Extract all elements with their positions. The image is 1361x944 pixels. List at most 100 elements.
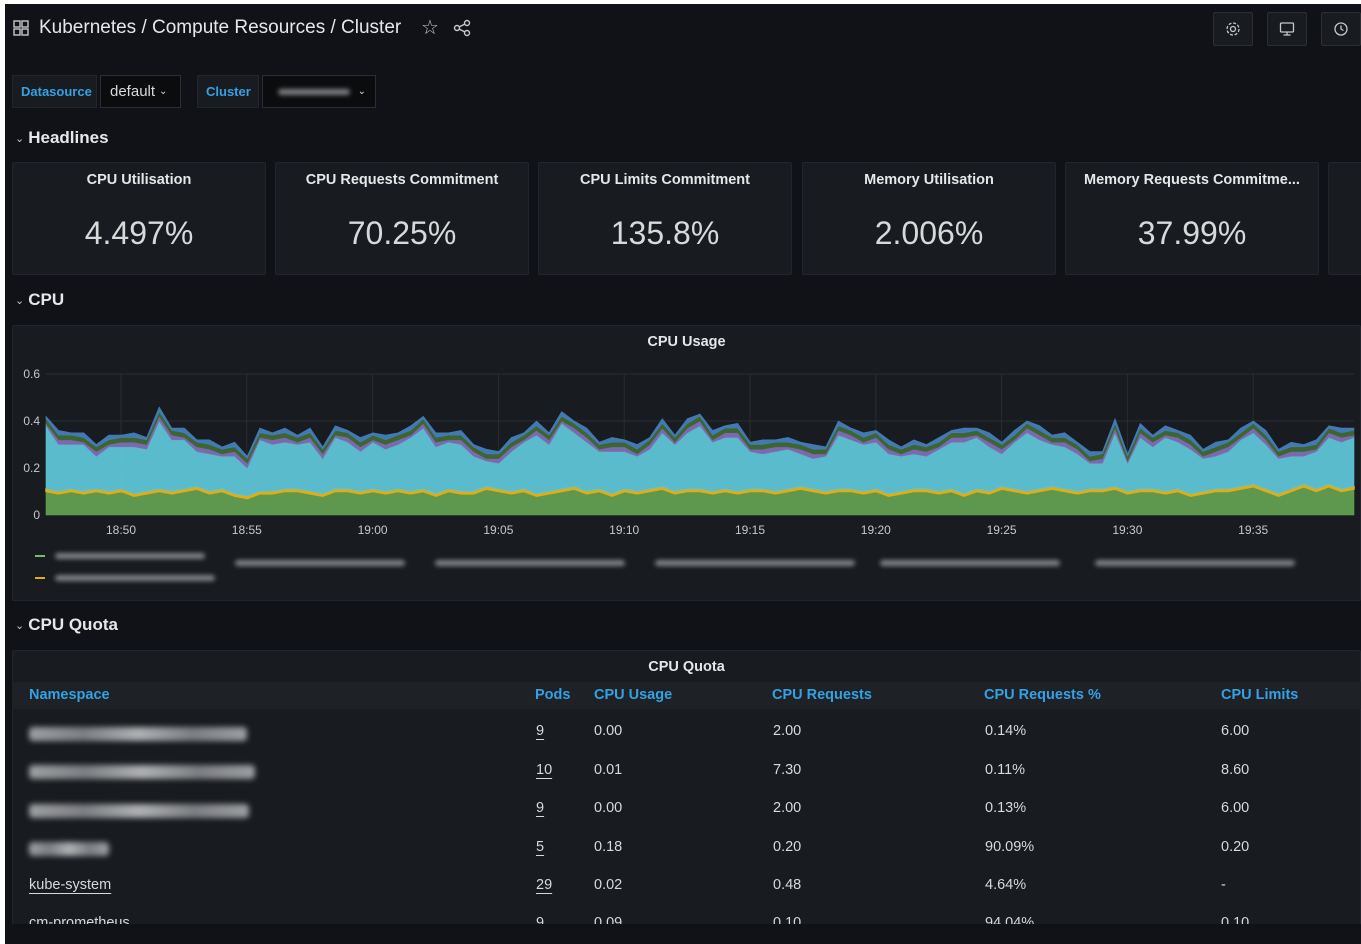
legend-item[interactable]: [435, 553, 625, 571]
cpu-usage-cell: 0.18: [594, 839, 623, 855]
legend-item[interactable]: [655, 553, 855, 571]
stat-panel-clipped[interactable]: [1328, 162, 1361, 275]
column-header-pods[interactable]: Pods: [535, 687, 570, 703]
datasource-value: default: [110, 83, 156, 100]
cpu-usage-cell: 0.00: [594, 800, 623, 816]
x-tick-label: 19:15: [735, 523, 765, 537]
settings-button[interactable]: [1213, 12, 1253, 46]
tv-mode-button[interactable]: [1267, 12, 1307, 46]
cluster-value-redacted: [278, 88, 350, 95]
stat-value: 2.006%: [874, 215, 984, 251]
column-header-cpu-requests[interactable]: CPU Requests: [772, 687, 872, 703]
legend-label-redacted: [235, 560, 405, 566]
legend-item[interactable]: [35, 553, 205, 559]
y-tick-label: 0.2: [23, 461, 40, 475]
pods-link[interactable]: 5: [536, 839, 544, 855]
stat-value: 4.497%: [84, 215, 194, 251]
legend-label-redacted: [1095, 560, 1295, 566]
column-header-namespace[interactable]: Namespace: [29, 687, 110, 703]
legend-item[interactable]: [35, 575, 215, 581]
x-tick-label: 19:05: [483, 523, 513, 537]
chevron-down-icon: ⌄: [15, 294, 25, 307]
column-header-cpu-limits[interactable]: CPU Limits: [1221, 687, 1298, 703]
stat-value: 37.99%: [1137, 215, 1247, 251]
legend-item[interactable]: [880, 553, 1060, 571]
pods-link[interactable]: 9: [536, 723, 544, 739]
legend-label-redacted: [880, 560, 1060, 566]
cpu-requests-pct-cell: 0.14%: [985, 723, 1027, 739]
namespace-link-redacted[interactable]: [29, 842, 109, 856]
panel-title: CPU Quota: [648, 659, 725, 675]
legend-label-redacted: [55, 575, 215, 581]
star-icon[interactable]: ☆: [421, 18, 439, 38]
row-headlines[interactable]: ⌄ Headlines: [15, 128, 109, 148]
cpu-requests-pct-cell: 0.13%: [985, 800, 1027, 816]
legend-item[interactable]: [1095, 553, 1295, 571]
grafana-dashboard: Kubernetes / Compute Resources / Cluster…: [5, 4, 1361, 944]
dashboard-title[interactable]: Kubernetes / Compute Resources / Cluster: [39, 17, 401, 39]
x-tick-label: 19:20: [861, 523, 891, 537]
share-icon[interactable]: [453, 19, 471, 37]
time-picker-button[interactable]: [1321, 12, 1361, 46]
x-tick-label: 18:50: [106, 523, 136, 537]
stat-title: CPU Utilisation: [86, 172, 192, 188]
legend-item[interactable]: [235, 553, 405, 571]
stat-value: 70.25%: [347, 215, 457, 251]
time-picker-icon: [1334, 22, 1348, 36]
datasource-variable-label: Datasource: [12, 75, 97, 108]
cpu-limits-cell: -: [1221, 877, 1226, 893]
column-header-cpu-requests-pct[interactable]: CPU Requests %: [984, 687, 1101, 703]
dashboard-grid-icon[interactable]: [13, 20, 29, 36]
cpu-requests-pct-cell: 4.64%: [985, 877, 1027, 893]
top-navbar: Kubernetes / Compute Resources / Cluster…: [5, 4, 1361, 52]
x-tick-label: 19:10: [609, 523, 639, 537]
datasource-variable-select[interactable]: default ⌄: [100, 75, 181, 108]
namespace-link-redacted[interactable]: [29, 765, 255, 779]
cpu-requests-cell: 0.48: [773, 877, 802, 893]
cpu-usage-cell: 0.00: [594, 723, 623, 739]
column-header-cpu-usage[interactable]: CPU Usage: [594, 687, 672, 703]
stat-panel[interactable]: CPU Utilisation 4.497%: [12, 162, 266, 275]
x-tick-label: 19:35: [1238, 523, 1268, 537]
legend-label-redacted: [55, 553, 205, 559]
chevron-down-icon: ⌄: [357, 86, 366, 97]
namespace-link-redacted[interactable]: [29, 804, 249, 818]
y-tick-label: 0.6: [23, 367, 40, 381]
pods-link[interactable]: 29: [536, 877, 552, 893]
stat-title: Memory Utilisation: [864, 172, 994, 188]
cpu-requests-pct-cell: 90.09%: [985, 839, 1035, 855]
namespace-link[interactable]: kube-system: [29, 877, 111, 893]
y-tick-label: 0.4: [23, 414, 40, 428]
cpu-usage-chart[interactable]: 0 0.2 0.4 0.6 18:50 18:55 19:00 19:05 19:10 19:15…: [5, 354, 1361, 554]
y-tick-label: 0: [33, 508, 40, 522]
cpu-requests-pct-cell: 0.11%: [985, 762, 1026, 778]
stat-panel[interactable]: CPU Limits Commitment 135.8%: [538, 162, 792, 275]
legend-label-redacted: [435, 560, 625, 566]
row-title: CPU: [28, 290, 65, 309]
x-tick-label: 18:55: [232, 523, 262, 537]
tv-mode-icon: [1279, 22, 1295, 36]
cpu-usage-cell: 0.02: [594, 877, 623, 893]
pods-link[interactable]: 10: [536, 762, 552, 778]
x-tick-label: 19:00: [358, 523, 388, 537]
pods-link[interactable]: 9: [536, 800, 544, 816]
stat-panel[interactable]: Memory Utilisation 2.006%: [802, 162, 1056, 275]
stat-panel[interactable]: CPU Requests Commitment 70.25%: [275, 162, 529, 275]
stat-value: 135.8%: [610, 215, 720, 251]
chevron-down-icon: ⌄: [15, 132, 25, 145]
chevron-down-icon: ⌄: [159, 86, 168, 97]
row-title: CPU Quota: [28, 615, 118, 634]
stat-title: Memory Requests Commitme...: [1084, 172, 1300, 188]
row-cpu[interactable]: ⌄ CPU: [15, 290, 64, 310]
stat-panel[interactable]: Memory Requests Commitme... 37.99%: [1065, 162, 1319, 275]
cpu-limits-cell: 8.60: [1221, 762, 1250, 778]
row-title: Headlines: [28, 128, 109, 147]
row-cpu-quota[interactable]: ⌄ CPU Quota: [15, 615, 118, 635]
chart-legend: [35, 553, 1355, 597]
cpu-requests-cell: 0.20: [773, 839, 802, 855]
cluster-variable-select[interactable]: ⌄: [262, 75, 376, 108]
x-tick-label: 19:30: [1112, 523, 1142, 537]
namespace-link-redacted[interactable]: [29, 727, 247, 741]
cpu-requests-cell: 2.00: [773, 800, 802, 816]
x-tick-label: 19:25: [987, 523, 1017, 537]
